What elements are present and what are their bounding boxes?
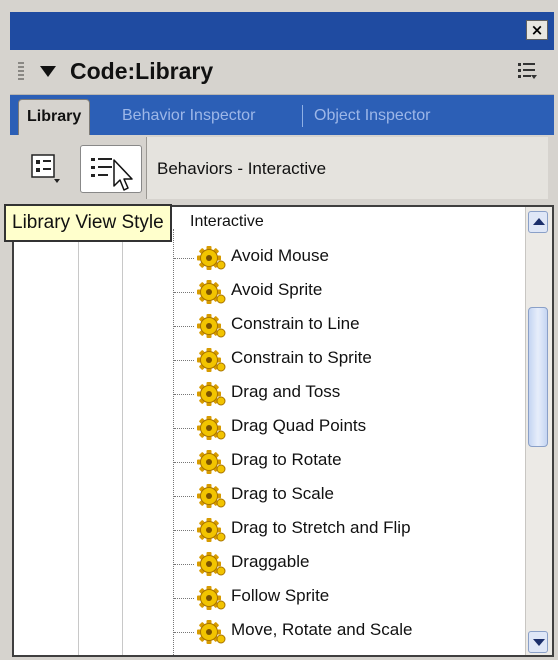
gear-behavior-icon	[194, 448, 228, 476]
gear-behavior-icon	[194, 414, 228, 442]
tab-strip: Library Behavior Inspector Object Inspec…	[10, 95, 554, 135]
panel-title: Code:Library	[70, 58, 214, 84]
drag-grip[interactable]	[18, 62, 24, 82]
gear-behavior-icon	[194, 584, 228, 612]
gear-behavior-icon	[194, 516, 228, 544]
panel-header: Code:Library	[10, 50, 554, 95]
tree-item-label: Avoid Sprite	[231, 280, 323, 299]
tree-item[interactable]: Drag and Toss	[174, 377, 504, 411]
tree-item-label: Move, Rotate and Scale	[231, 620, 413, 639]
tooltip-library-view-style: Library View Style	[4, 204, 172, 242]
tree-guide	[122, 207, 123, 655]
tree-item-label: Constrain to Line	[231, 314, 360, 333]
gear-behavior-icon	[194, 618, 228, 646]
tree-item-label: Avoid Mouse	[231, 246, 329, 265]
library-view-style-icon	[91, 158, 133, 191]
category-label: Behaviors - Interactive	[157, 159, 327, 178]
tree-branch-line	[174, 598, 194, 599]
tree-branch-line	[174, 530, 194, 531]
tree-branch-line	[174, 496, 194, 497]
tree-item-label: Follow Sprite	[231, 586, 330, 605]
tree-group-interactive[interactable]: Interactive	[190, 213, 264, 231]
tree-item-label: Draggable	[231, 552, 310, 571]
vertical-scrollbar[interactable]	[525, 207, 552, 655]
tree-item[interactable]: Drag to Stretch and Flip	[174, 513, 504, 547]
tree-branch-line	[174, 258, 194, 259]
gear-behavior-icon	[194, 278, 228, 306]
tree-item-label: Drag to Stretch and Flip	[231, 518, 411, 537]
tab-library[interactable]: Library	[18, 99, 91, 135]
tree-branch-line	[174, 292, 194, 293]
tree-branch-line	[174, 462, 194, 463]
close-icon[interactable]: ×	[526, 20, 548, 40]
tree-branch-line	[174, 326, 194, 327]
tree-item-label: Drag to Rotate	[231, 450, 342, 469]
window-titlebar[interactable]: ×	[10, 12, 554, 50]
tree-item[interactable]: Avoid Mouse	[174, 241, 504, 275]
tree-item[interactable]: Constrain to Sprite	[174, 343, 504, 377]
tree-item[interactable]: Drag to Scale	[174, 479, 504, 513]
library-toolbar: Behaviors - Interactive	[10, 135, 554, 203]
gear-behavior-icon	[194, 482, 228, 510]
tree-item[interactable]: Draggable	[174, 547, 504, 581]
library-list-view-icon	[31, 154, 60, 183]
gear-behavior-icon	[194, 380, 228, 408]
category-selector[interactable]: Behaviors - Interactive	[146, 137, 548, 199]
tree-item-label: Drag Quad Points	[231, 416, 367, 435]
tab-divider	[302, 105, 303, 127]
tree-item-label: Constrain to Sprite	[231, 348, 372, 367]
tree-item[interactable]: Drag to Rotate	[174, 445, 504, 479]
tree-item[interactable]: Constrain to Line	[174, 309, 504, 343]
tree-item[interactable]: Drag Quad Points	[174, 411, 504, 445]
panel-options-icon[interactable]	[516, 60, 538, 82]
tree-branch-line	[174, 360, 194, 361]
tree-item[interactable]: Follow Sprite	[174, 581, 504, 615]
tree-branch-line	[174, 564, 194, 565]
tree-branch-line	[174, 632, 194, 633]
tree-item-label: Drag and Toss	[231, 382, 341, 401]
behavior-tree: Interactive Avoid Mouse Avoid Sprite Const…	[12, 205, 554, 657]
scroll-thumb[interactable]	[528, 307, 548, 447]
tree-item[interactable]: Avoid Sprite	[174, 275, 504, 309]
tab-object-inspector[interactable]: Object Inspector	[306, 99, 439, 135]
scroll-down-icon[interactable]	[528, 631, 548, 653]
tree-branch-line	[174, 394, 194, 395]
tab-behavior-inspector[interactable]: Behavior Inspector	[114, 99, 263, 135]
collapse-triangle-icon[interactable]	[40, 66, 56, 77]
tree-item[interactable]: Move, Rotate and Scale	[174, 615, 504, 649]
gear-behavior-icon	[194, 550, 228, 578]
tree-guide	[78, 207, 79, 655]
tree-branch-line	[174, 428, 194, 429]
library-view-style-button[interactable]	[80, 145, 142, 193]
scroll-up-icon[interactable]	[528, 211, 548, 233]
gear-behavior-icon	[194, 346, 228, 374]
gear-behavior-icon	[194, 244, 228, 272]
tree-item-label: Drag to Scale	[231, 484, 334, 503]
gear-behavior-icon	[194, 312, 228, 340]
library-window: × Code:Library Library Behavior Inspecto…	[0, 0, 558, 660]
library-list-view-button[interactable]	[24, 145, 70, 193]
